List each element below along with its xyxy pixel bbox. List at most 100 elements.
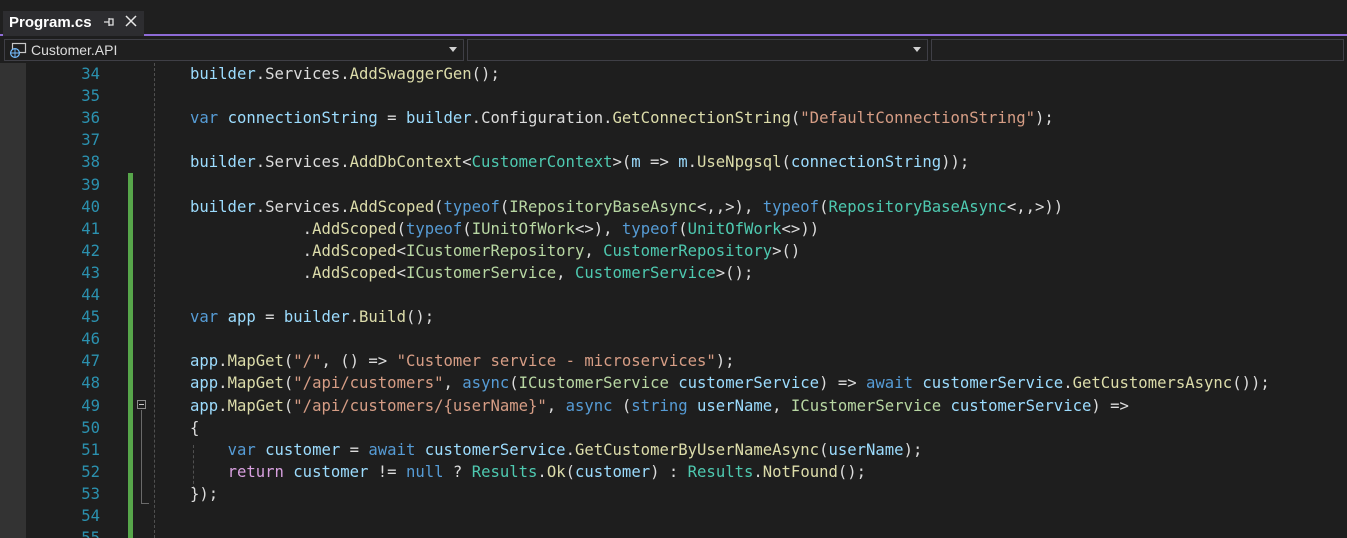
code-line[interactable]: 53}); — [0, 483, 1347, 505]
line-number: 37 — [81, 131, 100, 150]
code-token: . — [255, 65, 266, 83]
code-line[interactable]: 39 — [0, 174, 1347, 196]
code-token: , — [443, 374, 463, 393]
code-token: RepositoryBaseAsync — [828, 197, 1007, 216]
code-token: . — [218, 352, 228, 371]
code-token: , — [584, 241, 604, 260]
code-token: AddDbContext — [349, 153, 463, 172]
code-line[interactable]: 55 — [0, 527, 1347, 538]
code-line[interactable]: 37 — [0, 129, 1347, 151]
code-token: . — [1063, 374, 1073, 393]
code-text: app.MapGet("/", () => "Customer service … — [190, 350, 735, 372]
code-line[interactable]: 51 var customer = await customerService.… — [0, 439, 1347, 461]
code-token: ( — [283, 352, 294, 371]
code-token: >() — [772, 241, 801, 260]
code-token: AddScoped — [312, 219, 397, 238]
line-number: 34 — [81, 65, 100, 83]
code-line[interactable]: 54 — [0, 505, 1347, 527]
code-token: { — [190, 418, 200, 437]
code-line[interactable]: 38 builder.Services.AddDbContext<Customer… — [0, 151, 1347, 173]
code-token: builder — [405, 109, 472, 128]
line-number: 51 — [81, 440, 100, 459]
code-line[interactable]: 34 builder.Services.AddSwaggerGen(); — [0, 63, 1347, 85]
member-dropdown[interactable] — [931, 39, 1344, 61]
code-token: . — [190, 263, 313, 282]
code-token: GetCustomersAsync — [1072, 374, 1233, 393]
code-token: MapGet — [227, 396, 284, 415]
code-text: .AddScoped<ICustomerService, CustomerSer… — [190, 262, 754, 284]
code-text: app.MapGet("/api/customers", async(ICust… — [190, 372, 1270, 394]
code-text: builder.Services.AddDbContext<CustomerCo… — [190, 151, 969, 173]
code-token: builder — [283, 308, 350, 327]
code-token: . — [340, 153, 350, 172]
code-token: Configuration — [481, 109, 604, 128]
code-token: "/" — [293, 352, 322, 371]
chevron-down-icon — [449, 47, 457, 52]
code-text: var app = builder.Build(); — [190, 306, 434, 328]
code-token: AddScoped — [312, 241, 397, 260]
code-text: builder.Services.AddSwaggerGen(); — [190, 63, 500, 85]
code-line[interactable]: 52 return customer != null ? Results.Ok(… — [0, 461, 1347, 483]
code-token: CustomerRepository — [603, 241, 773, 260]
code-token: = — [255, 308, 284, 327]
close-icon[interactable] — [124, 14, 138, 28]
line-number: 55 — [40, 527, 100, 538]
code-token: ( — [790, 109, 801, 128]
code-token: var — [227, 440, 256, 459]
code-token: Services — [265, 197, 341, 216]
code-token: Results — [471, 462, 538, 481]
code-line[interactable]: 42 .AddScoped<ICustomerRepository, Custo… — [0, 240, 1347, 262]
code-token: CustomerService — [574, 263, 716, 282]
code-token: => — [640, 153, 679, 172]
code-line[interactable]: 43 .AddScoped<ICustomerService, Customer… — [0, 262, 1347, 284]
code-token: typeof — [762, 197, 820, 216]
code-line[interactable]: 36 var connectionString = builder.Configu… — [0, 107, 1347, 129]
line-number: 40 — [81, 197, 100, 216]
code-token: ()); — [1232, 374, 1270, 393]
code-token: MapGet — [227, 352, 284, 371]
code-token: string — [631, 396, 688, 415]
code-token: , — [546, 396, 566, 415]
project-dropdown[interactable]: Customer.API — [4, 39, 464, 61]
code-token: Services — [265, 153, 341, 172]
code-token: Services — [265, 65, 341, 83]
code-token: . — [349, 308, 360, 327]
code-token: builder — [190, 65, 256, 83]
code-token: . — [340, 65, 350, 83]
code-token: Build — [359, 308, 406, 327]
code-token: , — [772, 396, 791, 415]
tab-program-cs[interactable]: Program.cs — [3, 11, 144, 36]
code-line[interactable]: 47 app.MapGet("/", () => "Customer servic… — [0, 350, 1347, 372]
code-token: var — [190, 109, 219, 128]
code-token: AddSwaggerGen — [349, 65, 472, 83]
code-token: m — [631, 153, 641, 172]
code-line[interactable]: 46 — [0, 328, 1347, 350]
project-icon — [10, 42, 27, 58]
type-dropdown[interactable] — [467, 39, 928, 61]
code-token: customerService — [678, 374, 820, 393]
code-line[interactable]: 41 .AddScoped(typeof(IUnitOfWork<>), typ… — [0, 218, 1347, 240]
code-text: .AddScoped(typeof(IUnitOfWork<>), typeof… — [190, 218, 819, 240]
code-editor[interactable]: 34 builder.Services.AddSwaggerGen(); 35 36 v… — [0, 63, 1347, 538]
code-token: ( — [499, 197, 510, 216]
code-line[interactable]: 44 — [0, 284, 1347, 306]
code-line[interactable]: 45 var app = builder.Build(); — [0, 306, 1347, 328]
line-number: 43 — [81, 263, 100, 282]
code-line[interactable]: 50 { — [0, 417, 1347, 439]
code-token: >( — [612, 153, 632, 172]
code-line[interactable]: 48 app.MapGet("/api/customers", async(ICu… — [0, 372, 1347, 394]
code-line[interactable]: 40 builder.Services.AddScoped(typeof(IRep… — [0, 196, 1347, 218]
pin-icon[interactable] — [102, 15, 116, 29]
code-token: "DefaultConnectionString" — [800, 109, 1036, 128]
code-token: ( — [678, 219, 688, 238]
code-line[interactable]: 35 — [0, 85, 1347, 107]
code-token: typeof — [405, 219, 463, 238]
code-token: customer — [574, 462, 651, 481]
line-number: 54 — [81, 507, 100, 525]
code-line[interactable]: 49 app.MapGet("/api/customers/{userName}"… — [0, 395, 1347, 417]
